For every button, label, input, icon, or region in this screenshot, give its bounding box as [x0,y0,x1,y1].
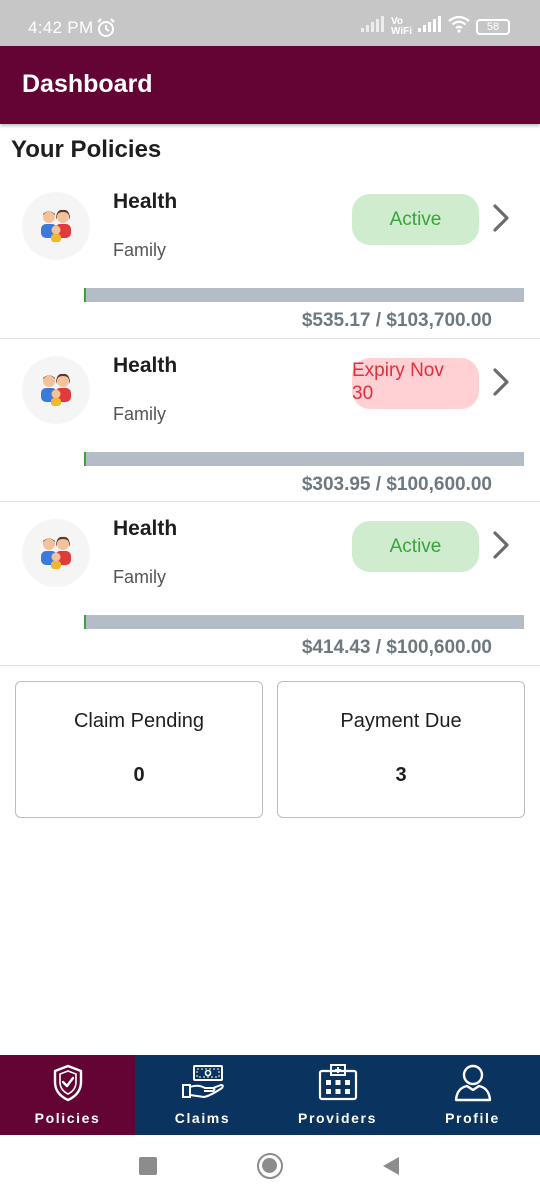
status-badge: Active [352,194,479,245]
claim-pending-label: Claim Pending [73,710,205,732]
person-icon [453,1063,493,1108]
nav-item-profile[interactable]: Profile [405,1055,540,1135]
recents-square-icon[interactable] [139,1157,157,1175]
coverage-amount: $303.95 / $100,600.00 [301,474,492,495]
divider [0,665,540,666]
status-badge-line1: Expiry Nov [352,360,444,381]
app-header: Dashboard [0,46,540,124]
family-avatar-icon [22,519,90,587]
claim-pending-card[interactable]: Claim Pending 0 [15,681,263,818]
policy-card[interactable]: Health Family Active $414.43 / $100,600.… [0,503,540,667]
policy-name: Health [113,354,178,377]
alarm-icon [96,18,116,43]
status-icons: Vo WiFi 58 [360,15,510,38]
nav-label-profile: Profile [445,1110,500,1126]
policy-name: Health [113,517,178,540]
home-circle-inner [262,1158,277,1173]
battery-level: 58 [486,20,500,33]
coverage-progress-fill [84,452,87,466]
chevron-right-icon[interactable] [490,202,512,239]
payment-due-label: Payment Due [340,710,462,732]
family-avatar-icon [22,192,90,260]
payment-due-value: 3 [395,764,407,786]
status-bar: 4:42 PM Vo WiFi 58 [0,0,540,46]
chevron-right-icon[interactable] [490,529,512,566]
status-badge: Expiry Nov 30 [352,358,479,409]
coverage-progress-bar [84,288,524,302]
policy-type: Family [113,404,166,424]
system-navigation-bar [0,1135,540,1200]
nav-item-policies[interactable]: Policies [0,1055,135,1135]
cash-hand-icon [180,1063,226,1106]
status-badge: Active [352,521,479,572]
policy-type: Family [113,240,166,260]
back-triangle-icon[interactable] [381,1156,401,1181]
signal-icon [360,16,385,37]
home-circle-icon[interactable] [257,1153,283,1179]
coverage-progress-bar [84,615,524,629]
policy-type: Family [113,567,166,587]
policy-card[interactable]: Health Family Active $535.17 / $103,700.… [0,176,540,340]
nav-label-claims: Claims [174,1110,231,1126]
policy-name: Health [113,190,178,213]
coverage-amount: $535.17 / $103,700.00 [301,310,492,331]
battery-icon: 58 [476,18,510,35]
coverage-progress-fill [84,615,87,629]
coverage-progress-fill [84,288,87,302]
divider [0,501,540,502]
signal-strong-icon [418,16,442,37]
wifi-icon [448,15,470,38]
nav-label-policies: Policies [34,1110,101,1126]
hospital-icon [317,1063,359,1108]
coverage-amount: $414.43 / $100,600.00 [301,637,492,658]
claim-pending-value: 0 [133,764,145,786]
nav-item-providers[interactable]: Providers [270,1055,405,1135]
shield-check-icon [51,1063,85,1108]
section-title: Your Policies [11,136,162,163]
nav-label-providers: Providers [298,1110,377,1126]
nav-item-claims[interactable]: Claims [135,1055,270,1135]
policy-card[interactable]: Health Family Expiry Nov 30 $303.95 / $1… [0,340,540,504]
vowifi-top: Vo [390,15,404,27]
status-time: 4:42 PM [28,18,94,37]
status-badge-line2: 30 [352,383,374,404]
page-title: Dashboard [22,70,153,98]
vowifi-bottom: WiFi [390,25,412,37]
bottom-navigation: Policies Claims Providers Profile [0,1055,540,1135]
coverage-progress-bar [84,452,524,466]
family-avatar-icon [22,356,90,424]
chevron-right-icon[interactable] [490,366,512,403]
divider [0,338,540,339]
payment-due-card[interactable]: Payment Due 3 [277,681,525,818]
vowifi-label: Vo WiFi [390,15,412,37]
